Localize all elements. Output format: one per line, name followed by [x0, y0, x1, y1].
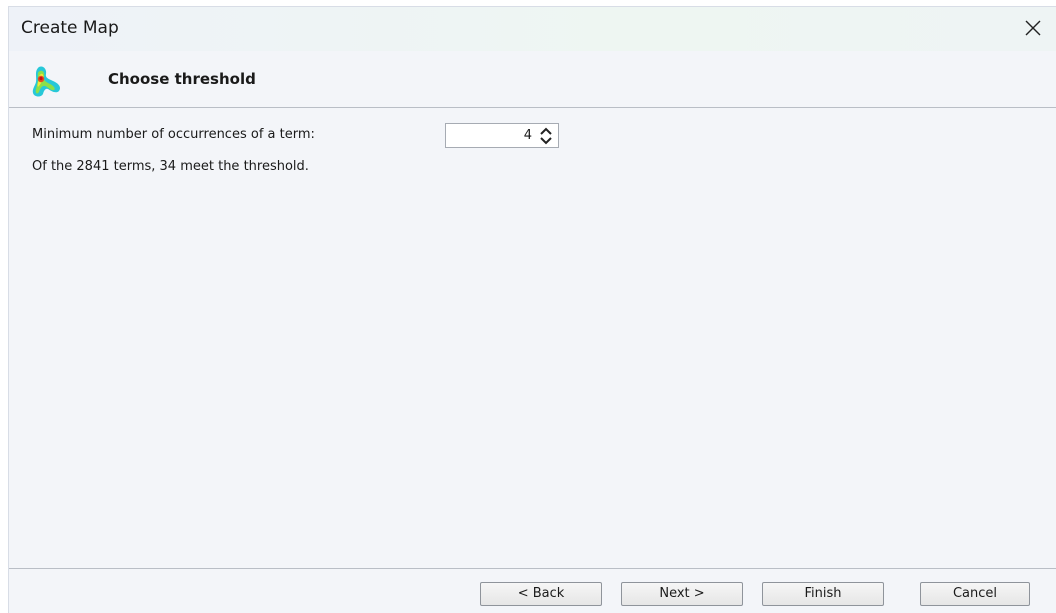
- spinner-arrows-icon[interactable]: [538, 127, 554, 145]
- step-header: Choose threshold: [9, 51, 1056, 108]
- title-bar: Create Map: [9, 7, 1056, 51]
- min-occurrences-spinner[interactable]: 4: [445, 123, 559, 148]
- close-icon: [1025, 20, 1041, 36]
- close-button[interactable]: [1016, 13, 1050, 43]
- finish-button[interactable]: Finish: [762, 582, 884, 606]
- threshold-result-text: Of the 2841 terms, 34 meet the threshold…: [32, 159, 309, 174]
- step-title: Choose threshold: [108, 70, 256, 88]
- create-map-dialog: Create Map Choose threshold Minimum numb…: [8, 6, 1056, 613]
- threshold-panel: Minimum number of occurrences of a term:…: [9, 108, 1056, 568]
- min-occurrences-label: Minimum number of occurrences of a term:: [32, 127, 315, 142]
- back-button[interactable]: < Back: [480, 582, 602, 606]
- spinner-value[interactable]: 4: [524, 128, 532, 143]
- footer-divider: [9, 568, 1056, 569]
- cancel-button[interactable]: Cancel: [920, 582, 1030, 606]
- next-button[interactable]: Next >: [621, 582, 743, 606]
- window-title: Create Map: [21, 18, 119, 38]
- map-density-icon: [32, 66, 61, 97]
